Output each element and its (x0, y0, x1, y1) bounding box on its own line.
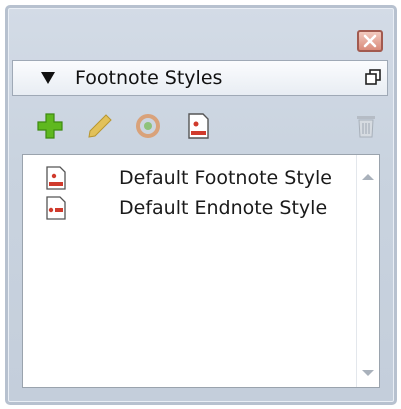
panel-title: Footnote Styles (75, 67, 223, 89)
add-icon[interactable] (36, 112, 64, 140)
list-item[interactable]: Default Endnote Style (23, 193, 343, 223)
list-item[interactable]: Default Footnote Style (23, 163, 343, 193)
vertical-scrollbar[interactable] (356, 155, 379, 387)
styles-list[interactable]: Default Footnote Style Default Endnote S… (22, 154, 380, 388)
scroll-down-arrow-icon[interactable] (362, 369, 374, 377)
footnote-styles-panel: Footnote Styles Default Footnote Style D… (5, 5, 397, 405)
restore-window-icon[interactable] (365, 69, 381, 85)
styles-toolbar (12, 100, 388, 152)
footnote-style-icon (46, 166, 66, 190)
endnote-style-icon (46, 196, 66, 220)
close-icon (363, 34, 377, 48)
collapse-triangle-icon[interactable] (41, 72, 55, 84)
style-document-icon[interactable] (184, 112, 212, 140)
panel-header[interactable]: Footnote Styles (12, 60, 388, 96)
edit-pencil-icon[interactable] (86, 112, 114, 140)
duplicate-icon[interactable] (134, 112, 162, 140)
scroll-up-arrow-icon[interactable] (362, 173, 374, 181)
trash-icon[interactable] (352, 112, 380, 140)
panel-titlebar[interactable] (8, 8, 394, 58)
list-item-label: Default Endnote Style (119, 197, 328, 219)
list-item-label: Default Footnote Style (119, 167, 332, 189)
close-button[interactable] (357, 30, 383, 52)
